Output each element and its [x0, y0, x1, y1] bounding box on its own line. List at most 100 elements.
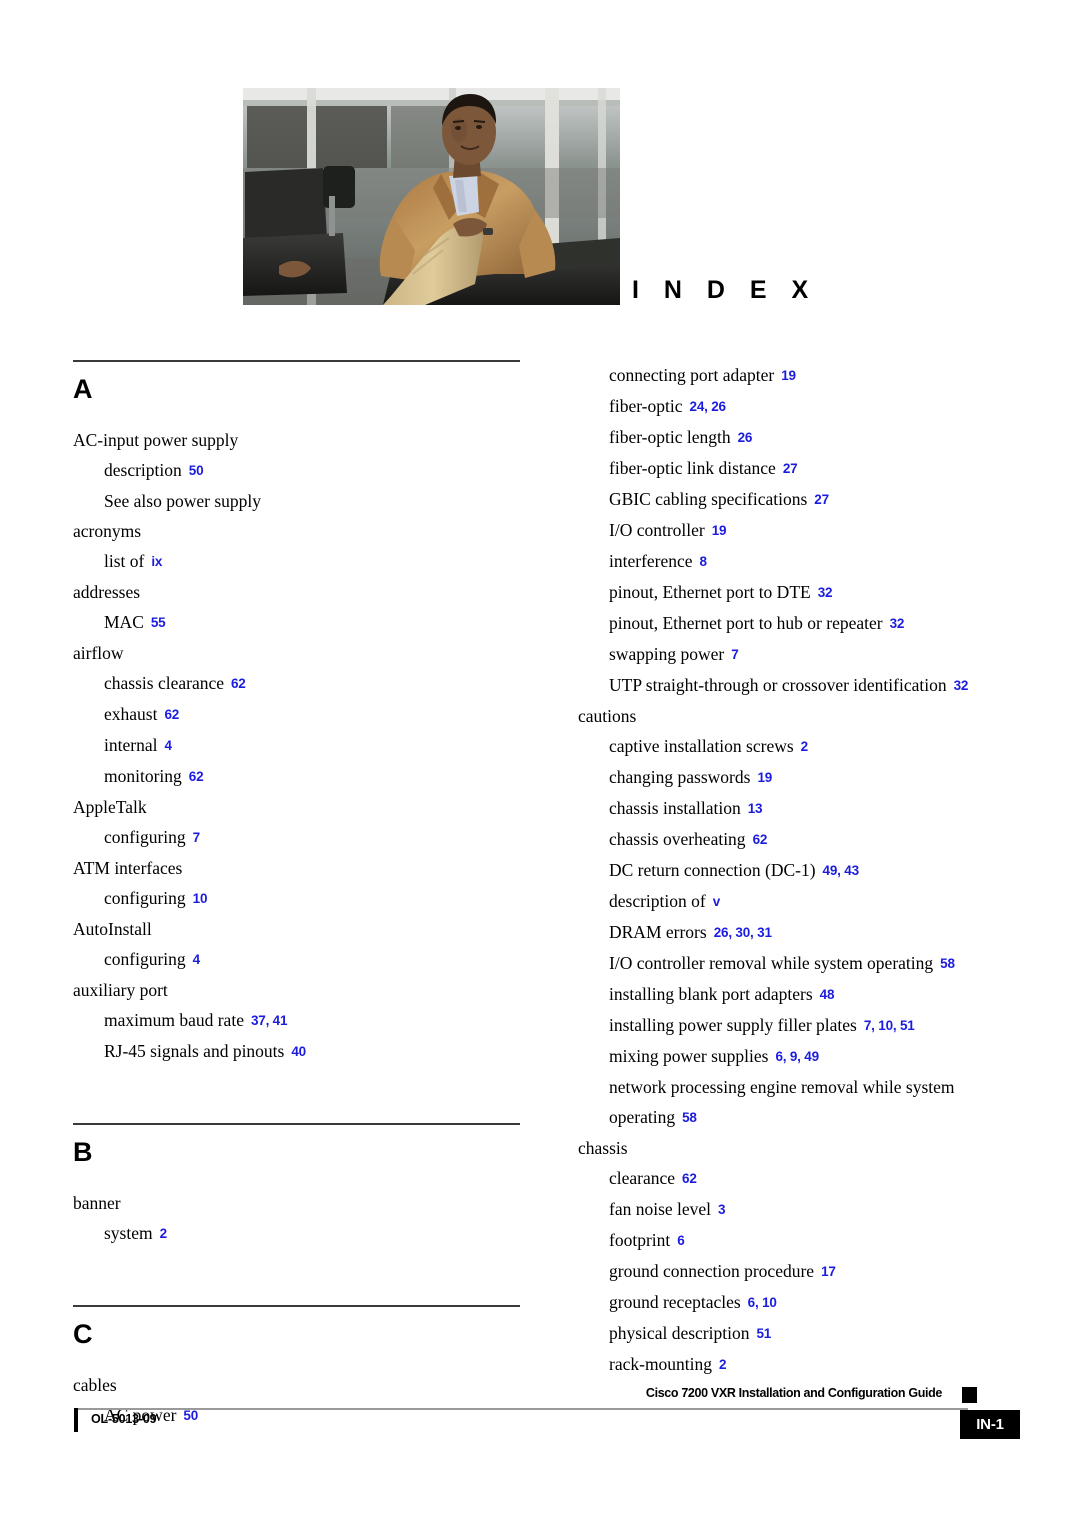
index-entry-page-numbers[interactable]: 37, 41	[251, 1013, 288, 1028]
index-entry: configuring 10	[104, 883, 520, 914]
index-entry-label: configuring	[104, 949, 186, 969]
index-entry: interference 8	[609, 546, 1025, 577]
index-entry-page-numbers[interactable]: ix	[151, 554, 162, 569]
index-entry: internal 4	[104, 730, 520, 761]
index-entry: auxiliary port	[73, 975, 520, 1005]
index-entry-page-numbers[interactable]: 19	[712, 523, 727, 538]
index-entry-label: interference	[609, 551, 693, 571]
index-entry: footprint 6	[609, 1225, 1025, 1256]
index-entry-page-numbers[interactable]: v	[713, 894, 721, 909]
index-entry: maximum baud rate 37, 41	[104, 1005, 520, 1036]
index-entry-label: airflow	[73, 643, 124, 663]
index-entry: ground receptacles 6, 10	[609, 1287, 1025, 1318]
section-divider	[73, 1123, 520, 1125]
index-entry-label: pinout, Ethernet port to hub or repeater	[609, 613, 883, 633]
index-entry-page-numbers[interactable]: 17	[821, 1264, 836, 1279]
index-entry-page-numbers[interactable]: 7	[193, 830, 201, 845]
index-entry: banner	[73, 1188, 520, 1218]
index-entry: ATM interfaces	[73, 853, 520, 883]
index-entry-page-numbers[interactable]: 48	[820, 987, 835, 1002]
index-entry-page-numbers[interactable]: 32	[890, 616, 905, 631]
index-entry-label: mixing power supplies	[609, 1046, 769, 1066]
index-entry-page-numbers[interactable]: 6	[677, 1233, 685, 1248]
index-entry-page-numbers[interactable]: 26	[738, 430, 753, 445]
index-column-right: connecting port adapter 19 fiber-optic 24, …	[578, 360, 1025, 1380]
index-entry-page-numbers[interactable]: 26, 30, 31	[714, 925, 772, 940]
section-entries: banner system 2	[73, 1188, 520, 1249]
index-entry: chassis overheating 62	[609, 824, 1025, 855]
index-entry-page-numbers[interactable]: 2	[719, 1357, 727, 1372]
index-entry-label: See also power supply	[104, 491, 261, 511]
index-entry-page-numbers[interactable]: 19	[757, 770, 772, 785]
index-entry-label: addresses	[73, 582, 141, 602]
index-entry: UTP straight-through or crossover identi…	[609, 670, 1025, 701]
index-entry-page-numbers[interactable]: 49, 43	[823, 863, 860, 878]
index-entry-page-numbers[interactable]: 10	[193, 891, 208, 906]
index-entry-page-numbers[interactable]: 58	[682, 1110, 697, 1125]
index-entry: MAC 55	[104, 607, 520, 638]
index-entry: RJ-45 signals and pinouts 40	[104, 1036, 520, 1067]
index-entry-page-numbers[interactable]: 27	[783, 461, 798, 476]
cover-photo-seated-man	[243, 88, 620, 305]
index-entry: list of ix	[104, 546, 520, 577]
section-divider	[73, 360, 520, 362]
index-entry-label: DC return connection (DC-1)	[609, 860, 816, 880]
index-entry-page-numbers[interactable]: 24, 26	[690, 399, 727, 414]
index-entry: physical description 51	[609, 1318, 1025, 1349]
index-entry: fan noise level 3	[609, 1194, 1025, 1225]
index-entry-label: description	[104, 460, 182, 480]
index-entry: connecting port adapter 19	[609, 360, 1025, 391]
index-entry-page-numbers[interactable]: 7	[731, 647, 739, 662]
index-entry-page-numbers[interactable]: 4	[164, 738, 172, 753]
index-entry-page-numbers[interactable]: 7, 10, 51	[864, 1018, 915, 1033]
index-entry: AutoInstall	[73, 914, 520, 944]
index-entry-page-numbers[interactable]: 55	[151, 615, 166, 630]
index-entry-label: DRAM errors	[609, 922, 707, 942]
section-letter: A	[73, 374, 93, 404]
index-entry-page-numbers[interactable]: 2	[160, 1226, 168, 1241]
index-entry-label: AppleTalk	[73, 797, 147, 817]
index-entry-page-numbers[interactable]: 62	[189, 769, 204, 784]
index-entry-page-numbers[interactable]: 62	[231, 676, 246, 691]
index-entry-label: clearance	[609, 1168, 676, 1188]
index-entry-page-numbers[interactable]: 51	[756, 1326, 771, 1341]
index-entry-page-numbers[interactable]: 62	[753, 832, 768, 847]
index-entry-page-numbers[interactable]: 40	[291, 1044, 306, 1059]
index-entry-label: network processing engine removal while …	[609, 1077, 955, 1127]
index-entry-page-numbers[interactable]: 3	[718, 1202, 726, 1217]
index-entry-page-numbers[interactable]: 62	[682, 1171, 697, 1186]
index-entry-page-numbers[interactable]: 2	[801, 739, 809, 754]
index-entry-label: UTP straight-through or crossover identi…	[609, 675, 947, 695]
index-entry-page-numbers[interactable]: 4	[193, 952, 201, 967]
index-entry-page-numbers[interactable]: 32	[954, 678, 969, 693]
index-entry-page-numbers[interactable]: 62	[164, 707, 179, 722]
index-entry-label: swapping power	[609, 644, 725, 664]
footer-divider	[74, 1408, 968, 1410]
index-entry-label: chassis	[578, 1138, 628, 1158]
index-entry-page-numbers[interactable]: 58	[940, 956, 955, 971]
index-entry-page-numbers[interactable]: 27	[814, 492, 829, 507]
index-entry-label: internal	[104, 735, 158, 755]
index-entry: acronyms	[73, 516, 520, 546]
index-entry-label: MAC	[104, 612, 144, 632]
footer-document-title: Cisco 7200 VXR Installation and Configur…	[645, 1386, 942, 1400]
index-entry-page-numbers[interactable]: 8	[700, 554, 708, 569]
index-entry: I/O controller removal while system oper…	[609, 948, 1025, 979]
index-section-a: A AC-input power supply description 50 See a…	[73, 360, 520, 1067]
index-entry-page-numbers[interactable]: 19	[781, 368, 796, 383]
index-entry-page-numbers[interactable]: 50	[189, 463, 204, 478]
index-entry: mixing power supplies 6, 9, 49	[609, 1041, 1025, 1072]
index-entry-label: I/O controller removal while system oper…	[609, 953, 934, 973]
index-entry-label: list of	[104, 551, 145, 571]
index-entry-page-numbers[interactable]: 13	[748, 801, 763, 816]
index-entry-label: chassis installation	[609, 798, 741, 818]
index-entry: configuring 4	[104, 944, 520, 975]
index-entry-page-numbers[interactable]: 6, 10	[748, 1295, 777, 1310]
index-entry-label: changing passwords	[609, 767, 751, 787]
index-entry-page-numbers[interactable]: 32	[818, 585, 833, 600]
index-entry: DRAM errors 26, 30, 31	[609, 917, 1025, 948]
index-entry-label: fiber-optic length	[609, 427, 731, 447]
footer-square-marker	[962, 1387, 977, 1403]
index-entry-page-numbers[interactable]: 6, 9, 49	[775, 1049, 819, 1064]
page-footer: Cisco 7200 VXR Installation and Configur…	[0, 1386, 1080, 1466]
